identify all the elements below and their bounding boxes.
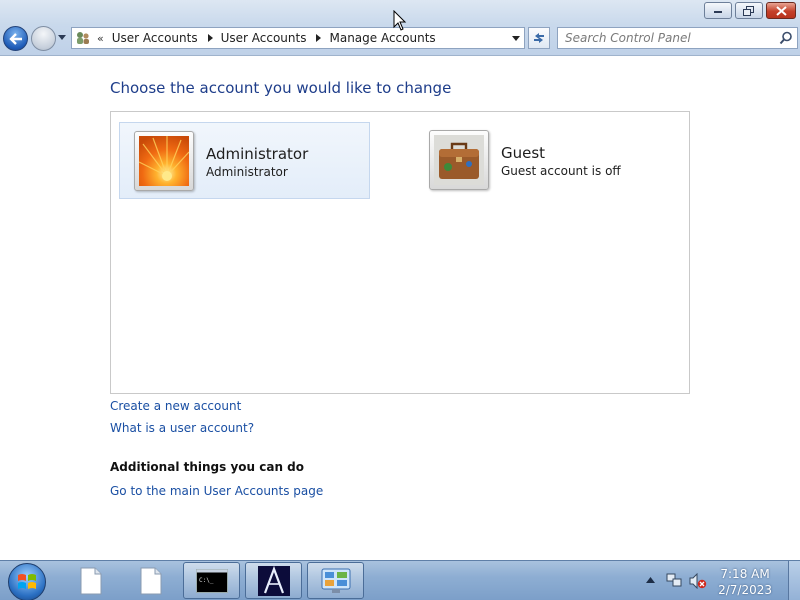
breadcrumb-separator-icon[interactable]	[207, 34, 213, 42]
create-account-link[interactable]: Create a new account	[110, 399, 241, 413]
what-is-user-account-link[interactable]: What is a user account?	[110, 421, 254, 435]
refresh-icon	[534, 33, 544, 43]
breadcrumb: User Accounts User Accounts Manage Accou…	[104, 31, 436, 45]
close-button[interactable]	[766, 2, 796, 19]
search-icon[interactable]	[779, 31, 793, 45]
account-names: Administrator Administrator	[206, 145, 308, 179]
control-panel-icon	[321, 568, 350, 593]
show-hidden-icons-icon[interactable]	[646, 577, 655, 583]
taskbar-item-document-2[interactable]	[122, 562, 179, 599]
minimize-icon	[714, 10, 722, 13]
account-picture	[134, 131, 194, 191]
breadcrumb-separator-icon[interactable]	[316, 34, 322, 42]
minimize-button[interactable]	[704, 2, 732, 19]
svg-text:C:\_: C:\_	[199, 577, 214, 584]
address-bar[interactable]: « User Accounts User Accounts Manage Acc…	[71, 27, 525, 49]
user-accounts-icon	[77, 32, 89, 44]
breadcrumb-overflow[interactable]: «	[97, 32, 104, 45]
breadcrumb-user-accounts-2[interactable]: User Accounts	[221, 31, 307, 45]
address-dropdown-icon[interactable]	[512, 36, 520, 41]
orange-flower-picture-icon	[138, 136, 190, 186]
account-picture	[429, 130, 489, 190]
breadcrumb-manage-accounts[interactable]: Manage Accounts	[329, 31, 435, 45]
account-list: Administrator Administrator Guest Guest …	[110, 111, 690, 394]
back-arrow-icon	[8, 32, 22, 45]
forward-button[interactable]	[31, 26, 56, 51]
account-tile-guest[interactable]: Guest Guest account is off	[415, 122, 666, 199]
account-names: Guest Guest account is off	[501, 144, 621, 178]
account-name: Administrator	[206, 145, 309, 163]
recent-pages-dropdown[interactable]	[58, 35, 66, 41]
taskbar-item-command-prompt[interactable]: C:\_	[183, 562, 240, 599]
taskbar-item-control-panel[interactable]	[307, 562, 364, 599]
window-controls	[701, 2, 796, 19]
refresh-button[interactable]	[528, 27, 550, 49]
account-status: Guest account is off	[501, 164, 621, 178]
taskbar-item-app-a[interactable]	[245, 562, 302, 599]
clock[interactable]: 7:18 AM 2/7/2023	[718, 566, 772, 598]
volume-muted-icon[interactable]	[689, 573, 707, 589]
page-title: Choose the account you would like to cha…	[110, 79, 452, 97]
taskbar: C:\_ 7:18 AM 2/7/2023	[0, 560, 800, 600]
network-icon[interactable]	[666, 572, 682, 588]
document-icon	[80, 567, 101, 594]
briefcase-picture-icon	[434, 135, 484, 185]
additional-things-heading: Additional things you can do	[110, 460, 305, 474]
search-input[interactable]	[565, 31, 780, 45]
account-tile-administrator[interactable]: Administrator Administrator	[119, 122, 370, 199]
search-box	[557, 27, 798, 49]
clock-time: 7:18 AM	[720, 567, 770, 581]
account-name: Guest	[501, 144, 546, 162]
account-type: Administrator	[206, 165, 288, 179]
windows-logo-icon	[18, 574, 36, 589]
breadcrumb-user-accounts-1[interactable]: User Accounts	[112, 31, 198, 45]
main-user-accounts-page-link[interactable]: Go to the main User Accounts page	[110, 484, 323, 498]
system-tray: 7:18 AM 2/7/2023	[640, 561, 800, 600]
document-icon	[140, 567, 161, 594]
close-icon	[775, 5, 787, 16]
show-desktop-button[interactable]	[788, 561, 800, 600]
back-button[interactable]	[3, 26, 28, 51]
start-button[interactable]	[8, 563, 46, 600]
restore-button[interactable]	[735, 2, 763, 19]
app-a-icon	[257, 565, 290, 596]
clock-date: 2/7/2023	[718, 583, 772, 597]
mouse-cursor-icon	[393, 10, 407, 31]
restore-icon	[743, 5, 754, 16]
taskbar-item-document-1[interactable]	[62, 562, 119, 599]
window-chrome: « User Accounts User Accounts Manage Acc…	[0, 0, 800, 56]
command-prompt-icon: C:\_	[195, 568, 228, 593]
